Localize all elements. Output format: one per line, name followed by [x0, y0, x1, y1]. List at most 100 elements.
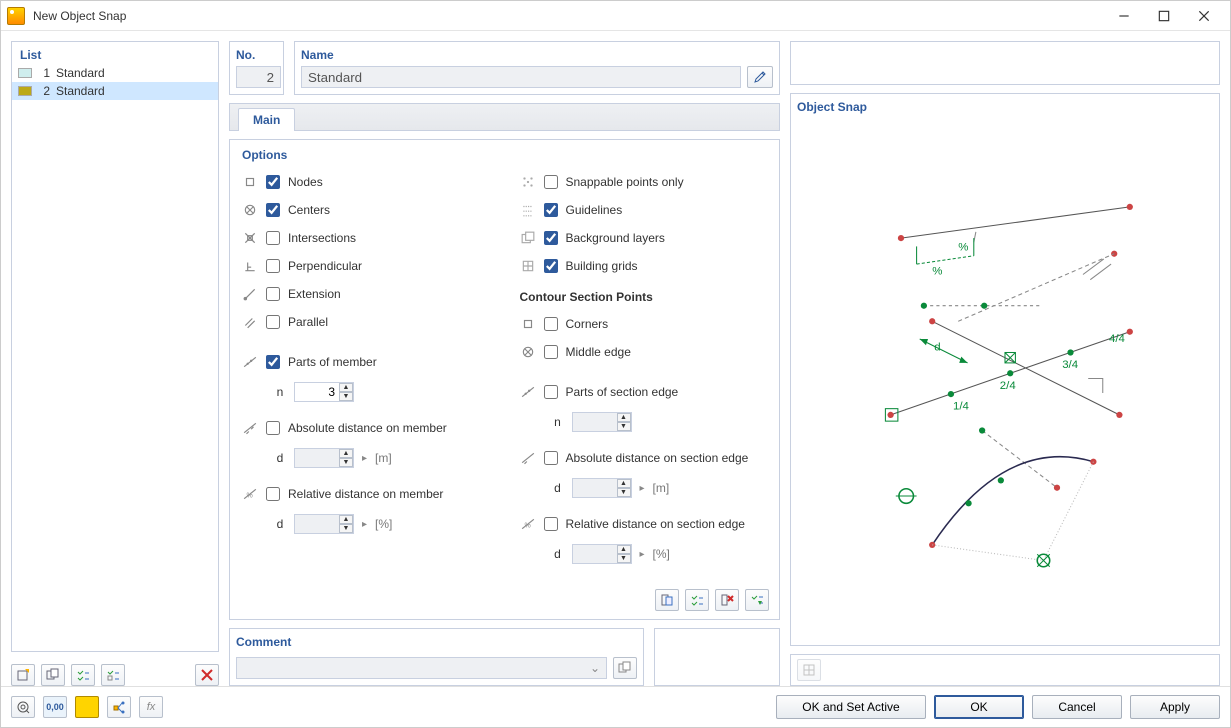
snappable-icon	[520, 175, 536, 189]
check-all-opts-button[interactable]	[685, 589, 709, 611]
nodes-label: Nodes	[288, 175, 323, 189]
tree-button[interactable]	[107, 696, 131, 718]
preview-tool-button[interactable]	[797, 659, 821, 681]
intersections-label: Intersections	[288, 231, 356, 245]
new-item-button[interactable]	[11, 664, 35, 686]
arrow-right-icon: ▸	[362, 453, 367, 464]
contour-section-title: Contour Section Points	[520, 290, 768, 304]
delete-item-button[interactable]	[195, 664, 219, 686]
ok-button[interactable]: OK	[934, 695, 1024, 719]
parts-section-n-spinner: ▲▼	[572, 412, 632, 432]
close-button[interactable]	[1184, 4, 1224, 28]
grids-checkbox[interactable]	[544, 259, 558, 273]
background-icon	[520, 231, 536, 245]
spin-up-icon[interactable]: ▲	[339, 383, 353, 392]
tab-bar: Main	[229, 103, 780, 131]
list-item-name: Standard	[56, 84, 105, 98]
nodes-checkbox[interactable]	[266, 175, 280, 189]
abs-member-label: Absolute distance on member	[288, 421, 447, 435]
grids-icon	[520, 259, 536, 273]
rel-member-checkbox[interactable]	[266, 487, 280, 501]
perpendicular-icon	[242, 259, 258, 273]
tab-main[interactable]: Main	[238, 108, 295, 131]
abs-section-label: Absolute distance on section edge	[566, 451, 749, 465]
corners-label: Corners	[566, 317, 609, 331]
rel-member-d-label: d	[274, 517, 286, 531]
parallel-label: Parallel	[288, 315, 328, 329]
check-all-button[interactable]	[71, 664, 95, 686]
intersections-checkbox[interactable]	[266, 231, 280, 245]
abs-member-checkbox[interactable]	[266, 421, 280, 435]
color-swatch	[18, 86, 32, 96]
corners-checkbox[interactable]	[544, 317, 558, 331]
abs-member-d-spinner: ▲▼	[294, 448, 354, 468]
nodes-icon	[242, 175, 258, 189]
parts-member-icon	[242, 355, 258, 369]
arrow-right-icon: ▸	[362, 519, 367, 530]
parts-member-label: Parts of member	[288, 355, 377, 369]
snappable-label: Snappable points only	[566, 175, 684, 189]
uncheck-all-button[interactable]	[101, 664, 125, 686]
abs-section-checkbox[interactable]	[544, 451, 558, 465]
rel-member-unit: [%]	[375, 517, 392, 531]
maximize-button[interactable]	[1144, 4, 1184, 28]
rel-member-icon: %	[242, 487, 258, 501]
preview-title: Object Snap	[797, 100, 1213, 114]
extension-checkbox[interactable]	[266, 287, 280, 301]
middle-checkbox[interactable]	[544, 345, 558, 359]
abs-section-d-label: d	[552, 481, 564, 495]
copy-props-button[interactable]	[655, 589, 679, 611]
rel-section-unit: [%]	[653, 547, 670, 561]
rel-section-d-spinner: ▲▼	[572, 544, 632, 564]
list-row[interactable]: 2 Standard	[12, 82, 218, 100]
apply-button[interactable]: Apply	[1130, 695, 1220, 719]
parts-member-n-label: n	[274, 385, 286, 399]
color-swatch	[18, 68, 32, 78]
empty-panel	[654, 628, 780, 686]
list-body: 1 Standard 2 Standard	[12, 64, 218, 651]
abs-member-d-label: d	[274, 451, 286, 465]
parts-section-icon	[520, 385, 536, 399]
edit-name-button[interactable]	[747, 66, 773, 88]
copy-item-button[interactable]	[41, 664, 65, 686]
window-title: New Object Snap	[33, 9, 1104, 23]
clear-opts-button[interactable]	[715, 589, 739, 611]
fx-button[interactable]: fx	[139, 696, 163, 718]
name-header-box: Name	[294, 41, 780, 95]
color-button[interactable]	[75, 696, 99, 718]
guidelines-icon	[520, 203, 536, 217]
svg-text:%: %	[958, 242, 968, 254]
svg-text:%: %	[932, 266, 942, 278]
comment-combo[interactable]: ⌄	[236, 657, 607, 679]
spin-down-icon[interactable]: ▼	[339, 392, 353, 401]
parts-section-checkbox[interactable]	[544, 385, 558, 399]
rel-section-checkbox[interactable]	[544, 517, 558, 531]
parallel-checkbox[interactable]	[266, 315, 280, 329]
perpendicular-checkbox[interactable]	[266, 259, 280, 273]
name-label: Name	[301, 48, 773, 62]
ok-set-active-button[interactable]: OK and Set Active	[776, 695, 926, 719]
rel-section-d-label: d	[552, 547, 564, 561]
svg-text:4/4: 4/4	[1109, 333, 1126, 345]
abs-section-icon	[520, 451, 536, 465]
snappable-checkbox[interactable]	[544, 175, 558, 189]
reset-defaults-button[interactable]	[745, 589, 769, 611]
help-button[interactable]	[11, 696, 35, 718]
units-button[interactable]: 0,00	[43, 696, 67, 718]
guidelines-checkbox[interactable]	[544, 203, 558, 217]
centers-checkbox[interactable]	[266, 203, 280, 217]
list-row[interactable]: 1 Standard	[12, 64, 218, 82]
background-checkbox[interactable]	[544, 231, 558, 245]
svg-text:%: %	[247, 493, 253, 500]
minimize-button[interactable]	[1104, 4, 1144, 28]
list-index: 1	[38, 66, 50, 80]
name-field[interactable]	[301, 66, 741, 88]
cancel-button[interactable]: Cancel	[1032, 695, 1122, 719]
parts-member-n-spinner[interactable]: ▲▼	[294, 382, 354, 402]
parallel-icon	[242, 315, 258, 329]
parts-section-n-label: n	[552, 415, 564, 429]
extension-label: Extension	[288, 287, 341, 301]
comment-library-button[interactable]	[613, 657, 637, 679]
parts-member-checkbox[interactable]	[266, 355, 280, 369]
abs-section-d-spinner: ▲▼	[572, 478, 632, 498]
